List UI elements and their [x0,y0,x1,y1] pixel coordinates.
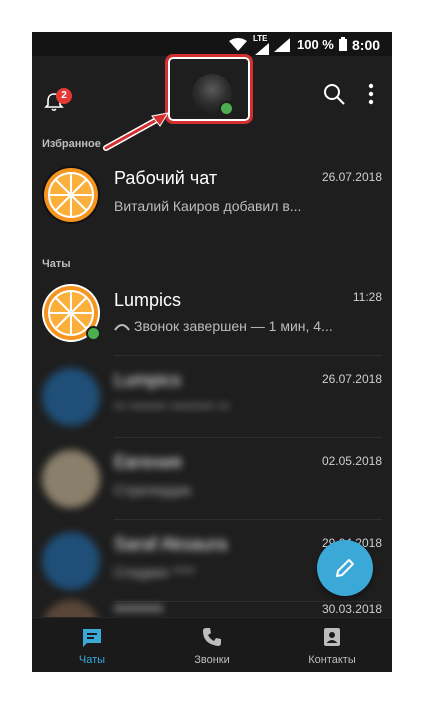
battery-icon [339,37,347,51]
network-label: LTE [253,34,268,43]
tab-contacts[interactable]: Контакты [272,618,392,672]
tab-chats[interactable]: Чаты [32,618,152,672]
avatar [42,532,100,590]
chat-preview: Виталий Каиров добавил в... [114,198,302,214]
call-ended-icon [114,324,130,331]
chat-row-blurred[interactable]: Lumpics 26.07.2018 ** ******* ******** *… [32,356,392,438]
phone-icon [203,628,221,646]
phone-screen: LTE 100 % 8:00 2 Избранное Рабочий чат 2… [32,32,392,672]
chat-icon [83,629,101,647]
section-favorites: Избранное [42,138,101,150]
notification-badge: 2 [56,88,72,104]
clock: 8:00 [352,37,381,53]
search-icon [324,84,345,105]
chat-date: 26.07.2018 [321,372,382,386]
chat-row-lumpics[interactable]: Lumpics 11:28 Звонок завершен — 1 мин, 4… [32,274,392,356]
chat-preview: ** ******* ******** ** [114,400,230,416]
signal-icon-2 [274,38,290,52]
pencil-icon [336,559,354,577]
tab-label: Чаты [78,654,106,666]
chat-preview: Сладких **** [114,564,195,580]
more-options-button[interactable] [366,82,376,106]
chat-title: Lumpics [114,290,182,310]
highlight-frame [165,54,253,124]
chat-row-blurred[interactable]: Евгения 02.05.2018 Стрелердик [32,438,392,520]
search-button[interactable] [322,82,346,106]
chat-date: 30.03.2018 [321,602,382,616]
battery-percent: 100 % [297,37,334,52]
chat-row-work-chat[interactable]: Рабочий чат 26.07.2018 Виталий Каиров до… [32,154,392,234]
signal-icon [255,43,269,55]
tab-label: Звонки [194,654,230,666]
chat-title: Евгения [114,452,182,472]
top-app-bar: 2 [32,54,392,136]
orange-avatar [42,166,100,224]
chat-title: Lumpics [114,370,182,390]
compose-button[interactable] [317,540,373,596]
contacts-icon [324,628,340,646]
arrow-annotation [103,112,170,151]
avatar [42,368,100,426]
online-indicator [86,326,101,341]
tab-label: Контакты [308,654,356,666]
bottom-navigation: Чаты Звонки Контакты [32,617,392,672]
chat-title: Рабочий чат [114,168,218,188]
status-bar: LTE 100 % 8:00 [32,32,392,56]
chat-date: 11:28 [352,290,382,304]
tab-calls[interactable]: Звонки [152,618,272,672]
chat-preview: Звонок завершен — 1 мин, 4... [134,318,333,334]
wifi-icon [229,38,247,51]
more-vert-icon [368,83,374,105]
chat-date: 02.05.2018 [321,454,382,468]
chat-title: Saraf Aksaura [114,534,228,554]
notifications-button[interactable]: 2 [44,70,88,114]
section-chats: Чаты [42,258,71,270]
chat-date: 26.07.2018 [321,170,382,184]
chat-preview: Стрелердик [114,482,192,498]
avatar [42,450,100,508]
